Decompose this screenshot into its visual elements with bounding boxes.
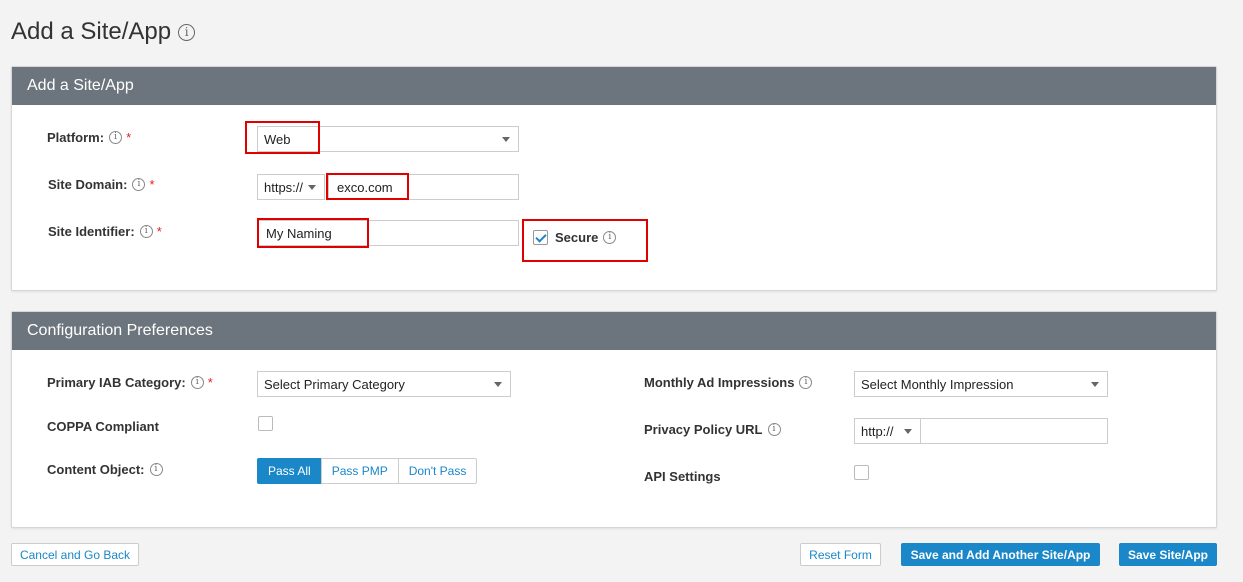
caret-down-icon	[904, 429, 912, 434]
info-icon[interactable]: i	[190, 376, 204, 389]
info-icon[interactable]: i	[799, 376, 813, 389]
info-icon[interactable]: i	[767, 423, 781, 436]
api-settings-label: API Settings	[644, 469, 721, 484]
privacy-policy-protocol-select[interactable]: http://	[854, 418, 921, 444]
cancel-button[interactable]: Cancel and Go Back	[11, 543, 139, 566]
caret-down-icon	[308, 185, 316, 190]
configuration-panel: Configuration Preferences Primary IAB Ca…	[11, 311, 1217, 528]
coppa-checkbox[interactable]	[258, 416, 273, 431]
info-icon[interactable]: i	[149, 463, 163, 476]
secure-label: Secure i	[555, 230, 617, 245]
privacy-policy-input[interactable]	[920, 418, 1108, 444]
site-app-panel: Add a Site/App Platform: i * Web Site Do…	[11, 66, 1217, 291]
api-settings-checkbox[interactable]	[854, 465, 869, 480]
secure-checkbox[interactable]	[533, 230, 548, 245]
site-identifier-input[interactable]: My Naming	[257, 220, 519, 246]
caret-down-icon	[1091, 382, 1099, 387]
info-icon[interactable]: i	[178, 23, 196, 41]
required-marker: *	[126, 130, 132, 145]
info-icon[interactable]: i	[109, 131, 123, 144]
content-object-option-pass-pmp[interactable]: Pass PMP	[320, 458, 399, 484]
content-object-option-pass-all[interactable]: Pass All	[257, 458, 322, 484]
monthly-impressions-select[interactable]: Select Monthly Impression	[854, 371, 1108, 397]
privacy-policy-label: Privacy Policy URL i	[644, 422, 781, 437]
caret-down-icon	[494, 382, 502, 387]
site-domain-label: Site Domain: i *	[48, 177, 155, 192]
info-icon[interactable]: i	[603, 231, 617, 244]
info-icon[interactable]: i	[132, 178, 146, 191]
platform-label: Platform: i *	[47, 130, 132, 145]
required-marker: *	[156, 224, 162, 239]
page-title: Add a Site/App i	[11, 18, 196, 46]
coppa-label: COPPA Compliant	[47, 419, 159, 434]
primary-iab-label: Primary IAB Category: i *	[47, 375, 213, 390]
required-marker: *	[149, 177, 155, 192]
info-icon[interactable]: i	[139, 225, 153, 238]
required-marker: *	[207, 375, 213, 390]
platform-select[interactable]: Web	[257, 126, 519, 152]
site-identifier-label: Site Identifier: i *	[48, 224, 162, 239]
save-button[interactable]: Save Site/App	[1119, 543, 1217, 566]
reset-form-button[interactable]: Reset Form	[800, 543, 881, 566]
site-app-panel-title: Add a Site/App	[12, 67, 1216, 105]
monthly-impressions-label: Monthly Ad Impressions i	[644, 375, 813, 390]
save-and-add-another-button[interactable]: Save and Add Another Site/App	[901, 543, 1100, 566]
content-object-toggle: Pass All Pass PMP Don't Pass	[257, 458, 478, 484]
site-domain-protocol-select[interactable]: https://	[257, 174, 325, 200]
page-title-text: Add a Site/App	[11, 18, 172, 45]
site-domain-input[interactable]: exco.com	[328, 174, 519, 200]
caret-down-icon	[502, 137, 510, 142]
content-object-label: Content Object: i	[47, 462, 163, 477]
content-object-option-dont-pass[interactable]: Don't Pass	[397, 458, 478, 484]
primary-iab-select[interactable]: Select Primary Category	[257, 371, 511, 397]
configuration-panel-title: Configuration Preferences	[12, 312, 1216, 350]
